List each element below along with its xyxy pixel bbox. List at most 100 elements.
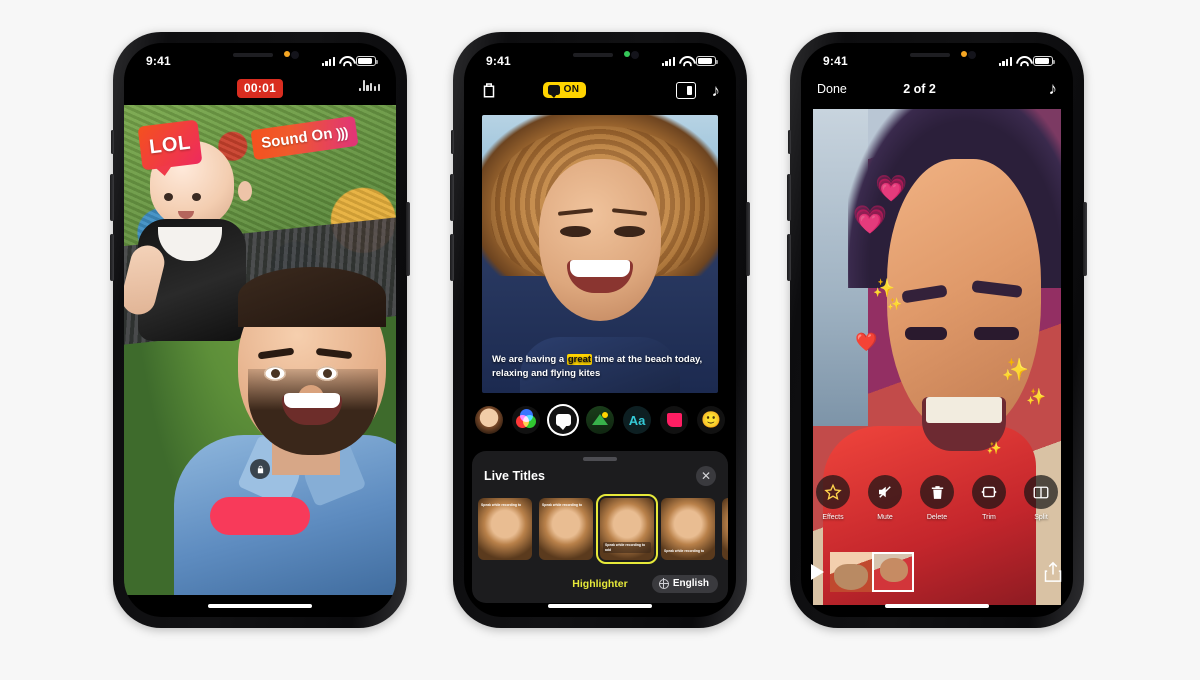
photo-tool[interactable] bbox=[586, 406, 614, 434]
phone-capture: LOL Sound On ))) 00:01 9:41 bbox=[110, 32, 410, 628]
delete-tool[interactable]: Delete bbox=[919, 475, 955, 521]
capture-topbar: 00:01 bbox=[124, 73, 396, 103]
clip-preview[interactable]: 💗 💗 ❤️ ✨ ✨ ✨ ✨ ✨ bbox=[813, 109, 1061, 605]
clip-tool-bar: Effects Mute Delete Trim Split bbox=[801, 475, 1073, 521]
style-thumbnail[interactable]: Speak while recording to bbox=[539, 498, 593, 560]
clip-list bbox=[830, 552, 914, 592]
record-button[interactable] bbox=[210, 497, 310, 535]
red-heart-emoji[interactable]: ❤️ bbox=[855, 332, 877, 353]
lol-sticker-label: LOL bbox=[148, 131, 192, 158]
style-thumbnail[interactable]: Speak while recording to bbox=[722, 498, 728, 560]
selected-style-label: Highlighter bbox=[572, 578, 628, 590]
notch bbox=[205, 43, 315, 68]
clip-thumbnail[interactable] bbox=[830, 552, 872, 592]
camera-viewfinder[interactable]: LOL Sound On ))) bbox=[124, 105, 396, 595]
live-titles-on-badge[interactable]: ON bbox=[542, 82, 587, 98]
language-button[interactable]: English bbox=[651, 575, 718, 593]
sparkle-emoji[interactable]: ✨ bbox=[1026, 387, 1046, 407]
volume-down-button[interactable] bbox=[450, 234, 454, 281]
home-indicator[interactable] bbox=[548, 604, 652, 608]
mute-switch[interactable] bbox=[788, 130, 791, 154]
play-icon[interactable] bbox=[811, 564, 824, 580]
trash-icon[interactable] bbox=[480, 80, 498, 100]
mute-switch[interactable] bbox=[111, 130, 114, 154]
wifi-icon bbox=[1016, 56, 1029, 66]
speech-bubble-icon bbox=[547, 84, 560, 98]
heart-emoji[interactable]: 💗 bbox=[853, 203, 888, 236]
power-button[interactable] bbox=[1083, 202, 1087, 276]
text-tool-label: Aa bbox=[628, 412, 646, 428]
battery-icon bbox=[356, 56, 379, 66]
language-label: English bbox=[672, 578, 709, 589]
wifi-icon bbox=[339, 56, 352, 66]
mute-switch[interactable] bbox=[451, 130, 454, 154]
phone-clip-editor: Done 2 of 2 ♪ 💗 💗 ❤️ ✨ ✨ ✨ ✨ ✨ Effects M… bbox=[787, 32, 1087, 628]
editor-toolbar: ON ♪ bbox=[464, 73, 736, 107]
mute-tool[interactable]: Mute bbox=[867, 475, 903, 521]
style-thumbnail[interactable]: Speak while recording to bbox=[661, 498, 715, 560]
style-thumbnail-selected[interactable]: Speak while recording to add bbox=[596, 494, 658, 564]
live-titles-tool[interactable] bbox=[549, 406, 577, 434]
music-note-icon[interactable]: ♪ bbox=[712, 82, 721, 99]
live-caption: We are having a great time at the beach … bbox=[492, 353, 708, 381]
volume-up-button[interactable] bbox=[110, 174, 114, 221]
volume-down-button[interactable] bbox=[110, 234, 114, 281]
adult-subject bbox=[174, 265, 396, 595]
close-icon[interactable]: ✕ bbox=[696, 466, 716, 486]
split-icon bbox=[1024, 475, 1058, 509]
volume-down-button[interactable] bbox=[787, 234, 791, 281]
clip-timeline bbox=[801, 549, 1073, 595]
speaker-muted-icon bbox=[868, 475, 902, 509]
phone-capture-screen: LOL Sound On ))) 00:01 9:41 bbox=[124, 43, 396, 617]
volume-up-button[interactable] bbox=[787, 174, 791, 221]
sparkle-emoji[interactable]: ✨ bbox=[987, 441, 1002, 455]
editor-nav-bar: Done 2 of 2 ♪ bbox=[801, 73, 1073, 105]
camera-in-use-dot bbox=[624, 51, 630, 57]
heart-emoji[interactable]: 💗 bbox=[875, 173, 907, 204]
style-thumbnail[interactable]: Speak while recording to bbox=[478, 498, 532, 560]
signal-bars-icon bbox=[661, 56, 675, 66]
style-strip[interactable]: Speak while recording to Speak while rec… bbox=[472, 494, 728, 564]
star-icon bbox=[816, 475, 850, 509]
battery-icon bbox=[1033, 56, 1056, 66]
battery-icon bbox=[696, 56, 719, 66]
video-preview[interactable]: We are having a great time at the beach … bbox=[482, 115, 718, 393]
sparkle-emoji[interactable]: ✨ bbox=[887, 297, 902, 311]
home-indicator[interactable] bbox=[208, 604, 312, 608]
signal-bars-icon bbox=[321, 56, 335, 66]
trim-tool[interactable]: Trim bbox=[971, 475, 1007, 521]
signal-bars-icon bbox=[998, 56, 1012, 66]
power-button[interactable] bbox=[406, 202, 410, 276]
volume-up-button[interactable] bbox=[450, 174, 454, 221]
sticker-tool[interactable] bbox=[660, 406, 688, 434]
share-icon[interactable] bbox=[1043, 561, 1063, 583]
status-time: 9:41 bbox=[486, 54, 511, 68]
tool-row: Aa 🙂 bbox=[464, 403, 736, 437]
speech-bubble-icon bbox=[555, 414, 571, 430]
trash-icon bbox=[920, 475, 954, 509]
done-button[interactable]: Done bbox=[817, 82, 847, 96]
notch bbox=[545, 43, 655, 68]
home-indicator[interactable] bbox=[885, 604, 989, 608]
music-note-icon[interactable]: ♪ bbox=[1048, 79, 1057, 99]
wifi-icon bbox=[679, 56, 692, 66]
style-caption: Speak while recording to bbox=[481, 503, 522, 507]
style-caption: Speak while recording to add bbox=[603, 542, 651, 553]
caption-highlight: great bbox=[566, 354, 593, 366]
clip-thumbnail-selected[interactable] bbox=[872, 552, 914, 592]
layout-icon[interactable] bbox=[675, 81, 696, 99]
trim-delete-label: Delete bbox=[926, 514, 948, 521]
lol-sticker[interactable]: LOL bbox=[137, 119, 203, 171]
sparkle-emoji[interactable]: ✨ bbox=[1001, 357, 1028, 383]
sparkle-emoji[interactable]: ✨ bbox=[873, 278, 895, 299]
text-tool[interactable]: Aa bbox=[623, 406, 651, 434]
split-tool[interactable]: Split bbox=[1023, 475, 1059, 521]
lock-icon[interactable] bbox=[250, 459, 270, 479]
power-button[interactable] bbox=[746, 202, 750, 276]
phone-live-titles-screen: ON ♪ We are having a great time at the b… bbox=[464, 43, 736, 617]
memoji-tool[interactable] bbox=[475, 406, 503, 434]
panel-drag-handle[interactable] bbox=[583, 457, 617, 461]
effects-tool[interactable]: Effects bbox=[815, 475, 851, 521]
filters-tool[interactable] bbox=[512, 406, 540, 434]
emoji-tool[interactable]: 🙂 bbox=[697, 406, 725, 434]
